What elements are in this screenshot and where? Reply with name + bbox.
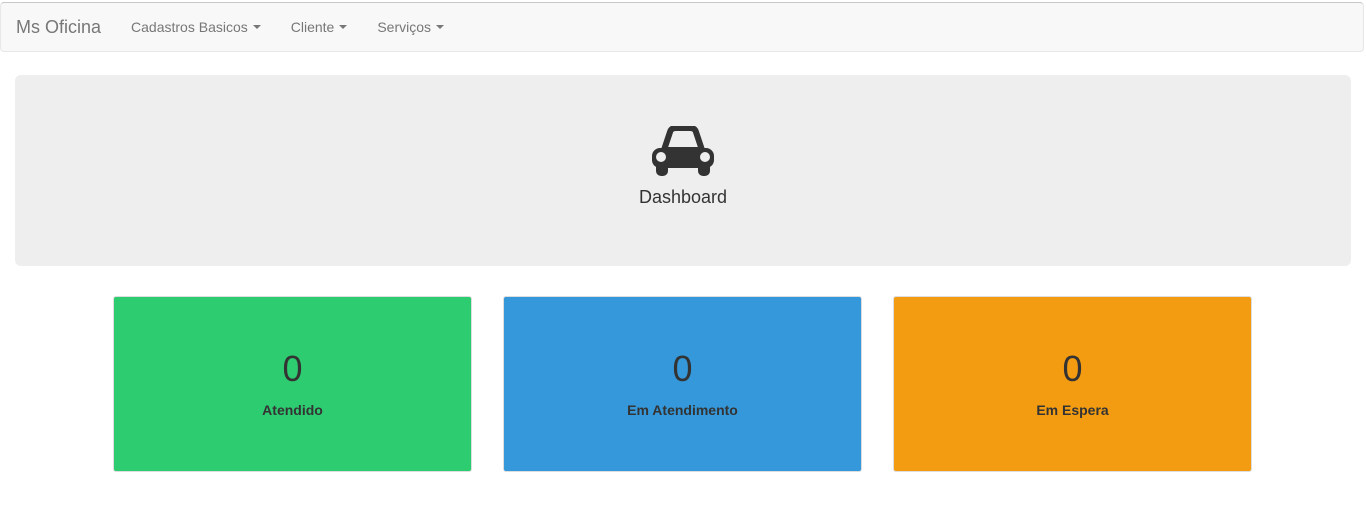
nav-dropdown-label: Serviços: [377, 19, 432, 35]
status-count: 0: [1062, 348, 1083, 389]
status-count: 0: [672, 348, 693, 389]
nav-dropdown-cadastros-basicos[interactable]: Cadastros Basicos: [116, 19, 276, 35]
car-icon: [652, 126, 714, 176]
top-navbar: Ms Oficina Cadastros Basicos Cliente Ser…: [0, 2, 1364, 52]
nav-dropdown-label: Cadastros Basicos: [131, 19, 248, 35]
caret-down-icon: [339, 25, 348, 29]
caret-down-icon: [436, 25, 445, 29]
page-title: Dashboard: [638, 187, 728, 207]
status-card-em-espera: 0 Em Espera: [893, 296, 1252, 472]
status-label: Atendido: [262, 402, 323, 418]
status-label: Em Espera: [1036, 402, 1109, 418]
status-label: Em Atendimento: [627, 402, 738, 418]
dashboard-jumbotron: Dashboard: [15, 75, 1351, 266]
nav-dropdown-servicos[interactable]: Serviços: [362, 19, 459, 35]
caret-down-icon: [252, 25, 261, 29]
brand-link[interactable]: Ms Oficina: [16, 17, 101, 38]
status-count: 0: [282, 348, 303, 389]
status-card-em-atendimento: 0 Em Atendimento: [503, 296, 862, 472]
status-card-atendido: 0 Atendido: [113, 296, 472, 472]
nav-dropdown-cliente[interactable]: Cliente: [276, 19, 363, 35]
nav-dropdown-label: Cliente: [290, 19, 335, 35]
